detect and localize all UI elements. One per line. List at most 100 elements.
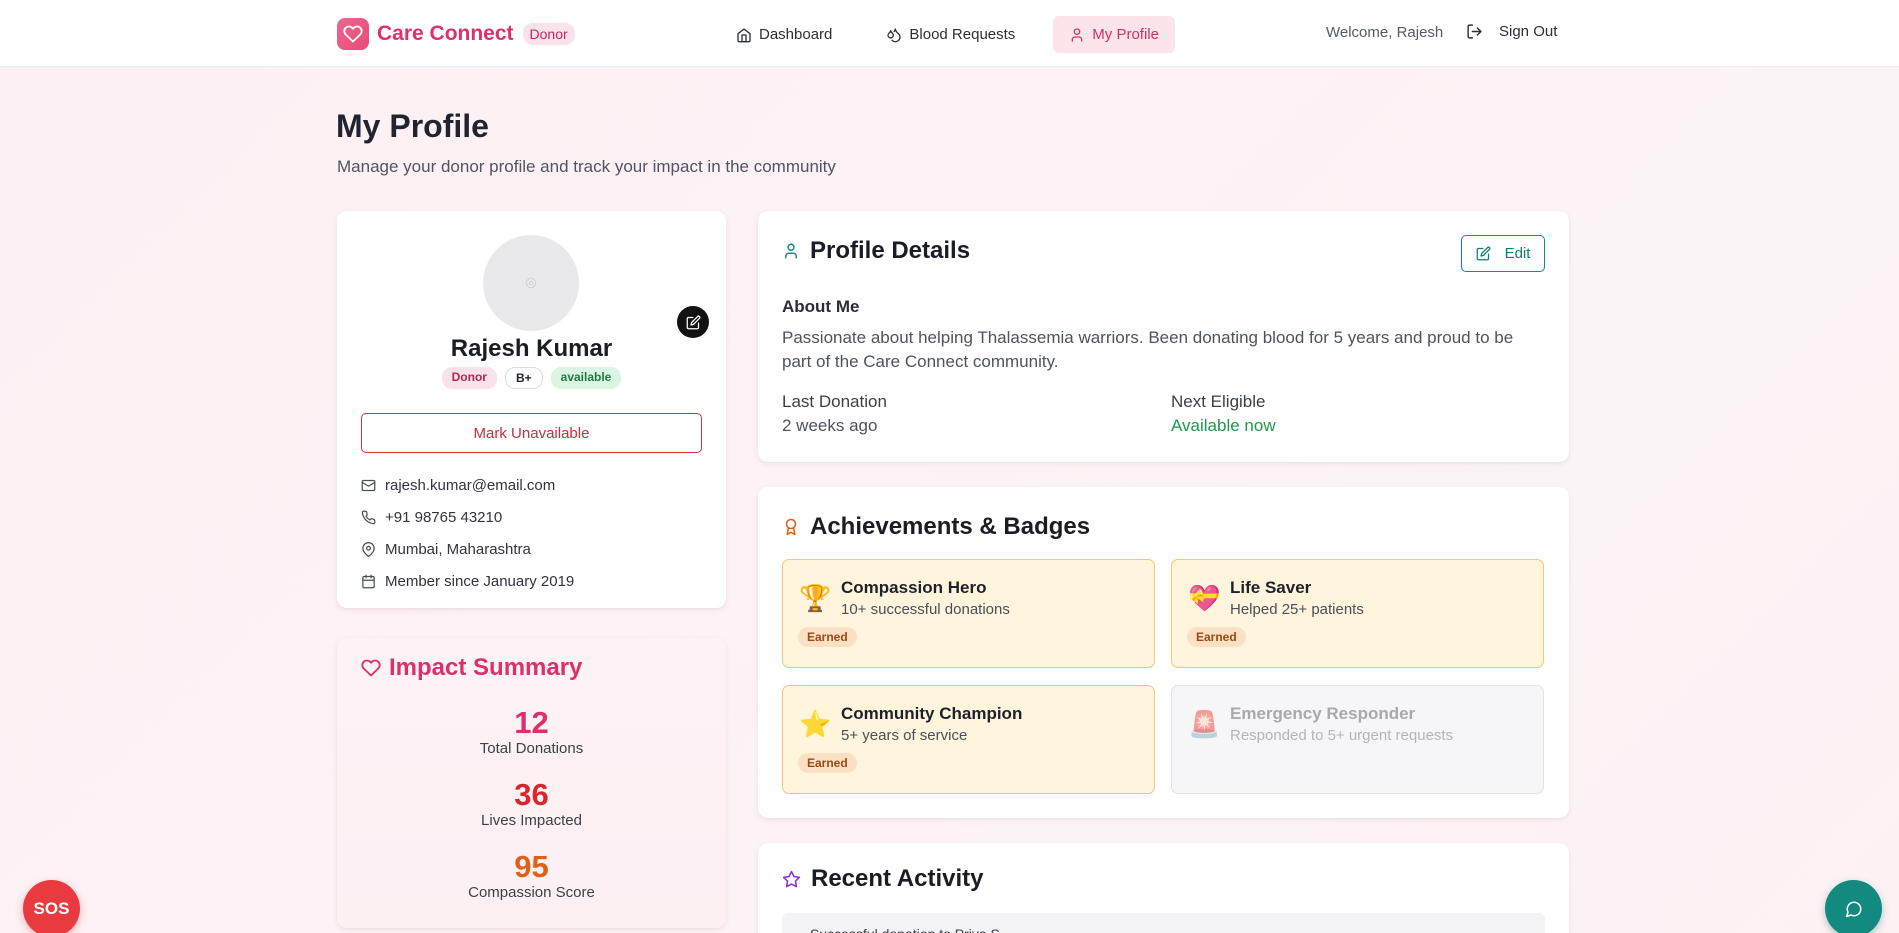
calendar-icon bbox=[362, 574, 375, 588]
brand-name: Care Connect bbox=[377, 22, 514, 45]
avatar[interactable] bbox=[483, 235, 579, 331]
stat-lives-impacted: 36 Lives Impacted bbox=[337, 777, 726, 830]
member-since-value: Member since January 2019 bbox=[385, 572, 575, 590]
star-icon: ⭐ bbox=[799, 709, 832, 739]
edit-icon bbox=[686, 315, 700, 329]
top-navigation-bar: Care Connect Donor Dashboard Blood Reque… bbox=[0, 0, 1899, 67]
sign-out-button[interactable]: Sign Out bbox=[1466, 23, 1557, 40]
edit-profile-button[interactable]: Edit bbox=[1461, 235, 1545, 272]
location-value: Mumbai, Maharashtra bbox=[385, 540, 531, 558]
next-eligible: Next Eligible Available now bbox=[1171, 392, 1276, 436]
badge-description: Responded to 5+ urgent requests bbox=[1230, 727, 1454, 744]
edit-label: Edit bbox=[1504, 245, 1531, 262]
user-icon bbox=[1071, 27, 1083, 42]
siren-icon: 🚨 bbox=[1188, 709, 1221, 739]
chat-bubble-icon bbox=[1845, 901, 1861, 917]
last-donation-label: Last Donation bbox=[782, 392, 887, 411]
trophy-icon: 🏆 bbox=[799, 583, 832, 613]
role-tag: Donor bbox=[441, 367, 497, 389]
user-icon bbox=[785, 243, 797, 259]
email-row: rajesh.kumar@email.com bbox=[361, 469, 574, 501]
stat-compassion-score: 95 Compassion Score bbox=[337, 849, 726, 902]
nav-dashboard[interactable]: Dashboard bbox=[720, 16, 848, 53]
stat-total-donations: 12 Total Donations bbox=[337, 705, 726, 758]
badge-description: 5+ years of service bbox=[841, 727, 968, 744]
brand[interactable]: Care Connect Donor bbox=[337, 18, 575, 50]
page-subtitle: Manage your donor profile and track your… bbox=[337, 157, 836, 176]
phone-row: +91 98765 43210 bbox=[361, 501, 574, 533]
stat-label: Compassion Score bbox=[468, 884, 595, 901]
badge-title: Community Champion bbox=[841, 704, 1023, 723]
sos-button[interactable]: SOS bbox=[23, 880, 80, 933]
badge-description: Helped 25+ patients bbox=[1230, 601, 1364, 618]
badge-emergency-responder[interactable]: 🚨 Emergency Responder Responded to 5+ ur… bbox=[1171, 685, 1544, 794]
email-value: rajesh.kumar@email.com bbox=[385, 476, 556, 494]
chat-button[interactable] bbox=[1825, 880, 1882, 933]
earned-badge: Earned bbox=[1187, 627, 1246, 647]
stat-label: Lives Impacted bbox=[481, 812, 582, 829]
earned-badge: Earned bbox=[798, 753, 857, 773]
phone-icon bbox=[361, 510, 376, 524]
mark-unavailable-button[interactable]: Mark Unavailable bbox=[361, 413, 702, 453]
avatar-placeholder-icon bbox=[525, 277, 537, 289]
heart-gift-icon: 💝 bbox=[1188, 583, 1221, 613]
stat-value: 36 bbox=[514, 777, 549, 812]
impact-summary-title-text: Impact Summary bbox=[389, 654, 583, 681]
last-donation-value: 2 weeks ago bbox=[782, 416, 878, 435]
badge-title: Compassion Hero bbox=[841, 578, 987, 597]
profile-tags: Donor B+ available bbox=[337, 367, 726, 389]
last-donation: Last Donation 2 weeks ago bbox=[782, 392, 887, 436]
activity-item: Successful donation to Priya S. bbox=[782, 913, 1545, 933]
profile-details-title-text: Profile Details bbox=[810, 237, 971, 264]
stat-value: 95 bbox=[514, 849, 549, 884]
mail-icon bbox=[361, 479, 376, 491]
next-eligible-value: Available now bbox=[1171, 416, 1276, 435]
badge-title: Emergency Responder bbox=[1230, 704, 1416, 723]
map-pin-icon bbox=[362, 541, 375, 557]
badge-description: 10+ successful donations bbox=[841, 601, 1010, 618]
home-icon bbox=[737, 27, 751, 42]
achievements-card: Achievements & Badges 🏆 Compassion Hero … bbox=[758, 487, 1569, 818]
badge-community-champion[interactable]: ⭐ Community Champion 5+ years of service… bbox=[782, 685, 1155, 794]
stat-value: 12 bbox=[514, 705, 549, 740]
heart-icon bbox=[361, 659, 381, 677]
location-row: Mumbai, Maharashtra bbox=[361, 533, 574, 565]
award-icon bbox=[785, 518, 797, 536]
heart-logo-icon bbox=[337, 18, 369, 50]
badge-compassion-hero[interactable]: 🏆 Compassion Hero 10+ successful donatio… bbox=[782, 559, 1155, 668]
about-me-text: Passionate about helping Thalassemia war… bbox=[782, 328, 1514, 371]
recent-activity-title: Recent Activity bbox=[782, 865, 984, 893]
member-since-row: Member since January 2019 bbox=[361, 565, 574, 597]
availability-status-tag: available bbox=[550, 367, 622, 389]
earned-badge: Earned bbox=[798, 627, 857, 647]
stat-label: Total Donations bbox=[479, 740, 584, 757]
nav-blood-requests[interactable]: Blood Requests bbox=[870, 16, 1031, 53]
about-me-label: About Me bbox=[782, 297, 860, 316]
welcome-text: Welcome, Rajesh bbox=[1326, 24, 1444, 41]
nav-dashboard-label: Dashboard bbox=[759, 26, 833, 43]
nav-my-profile-label: My Profile bbox=[1092, 26, 1159, 43]
nav-my-profile[interactable]: My Profile bbox=[1053, 16, 1175, 53]
badge-title: Life Saver bbox=[1230, 578, 1312, 597]
sign-out-label: Sign Out bbox=[1499, 23, 1558, 40]
droplet-icon bbox=[887, 27, 902, 42]
profile-card: Rajesh Kumar Donor B+ available Mark Una… bbox=[337, 211, 726, 608]
main-nav: Dashboard Blood Requests My Profile bbox=[720, 16, 1197, 53]
next-eligible-label: Next Eligible bbox=[1171, 392, 1266, 411]
achievements-title: Achievements & Badges bbox=[782, 513, 1090, 541]
impact-summary-title: Impact Summary bbox=[361, 654, 582, 682]
impact-summary-card: Impact Summary 12 Total Donations 36 Liv… bbox=[337, 638, 726, 928]
recent-activity-title-text: Recent Activity bbox=[811, 865, 984, 892]
achievements-title-text: Achievements & Badges bbox=[810, 513, 1091, 540]
badge-life-saver[interactable]: 💝 Life Saver Helped 25+ patients Earned bbox=[1171, 559, 1544, 668]
phone-value: +91 98765 43210 bbox=[385, 508, 503, 526]
nav-blood-requests-label: Blood Requests bbox=[909, 26, 1016, 43]
edit-avatar-button[interactable] bbox=[677, 306, 709, 338]
recent-activity-card: Recent Activity Successful donation to P… bbox=[758, 843, 1569, 933]
star-outline-icon bbox=[782, 870, 801, 887]
page-title: My Profile bbox=[336, 108, 489, 144]
edit-icon bbox=[1476, 246, 1490, 261]
blood-group-tag: B+ bbox=[504, 367, 543, 389]
contact-info-list: rajesh.kumar@email.com +91 98765 43210 M… bbox=[361, 469, 574, 597]
profile-details-title: Profile Details bbox=[782, 237, 970, 265]
